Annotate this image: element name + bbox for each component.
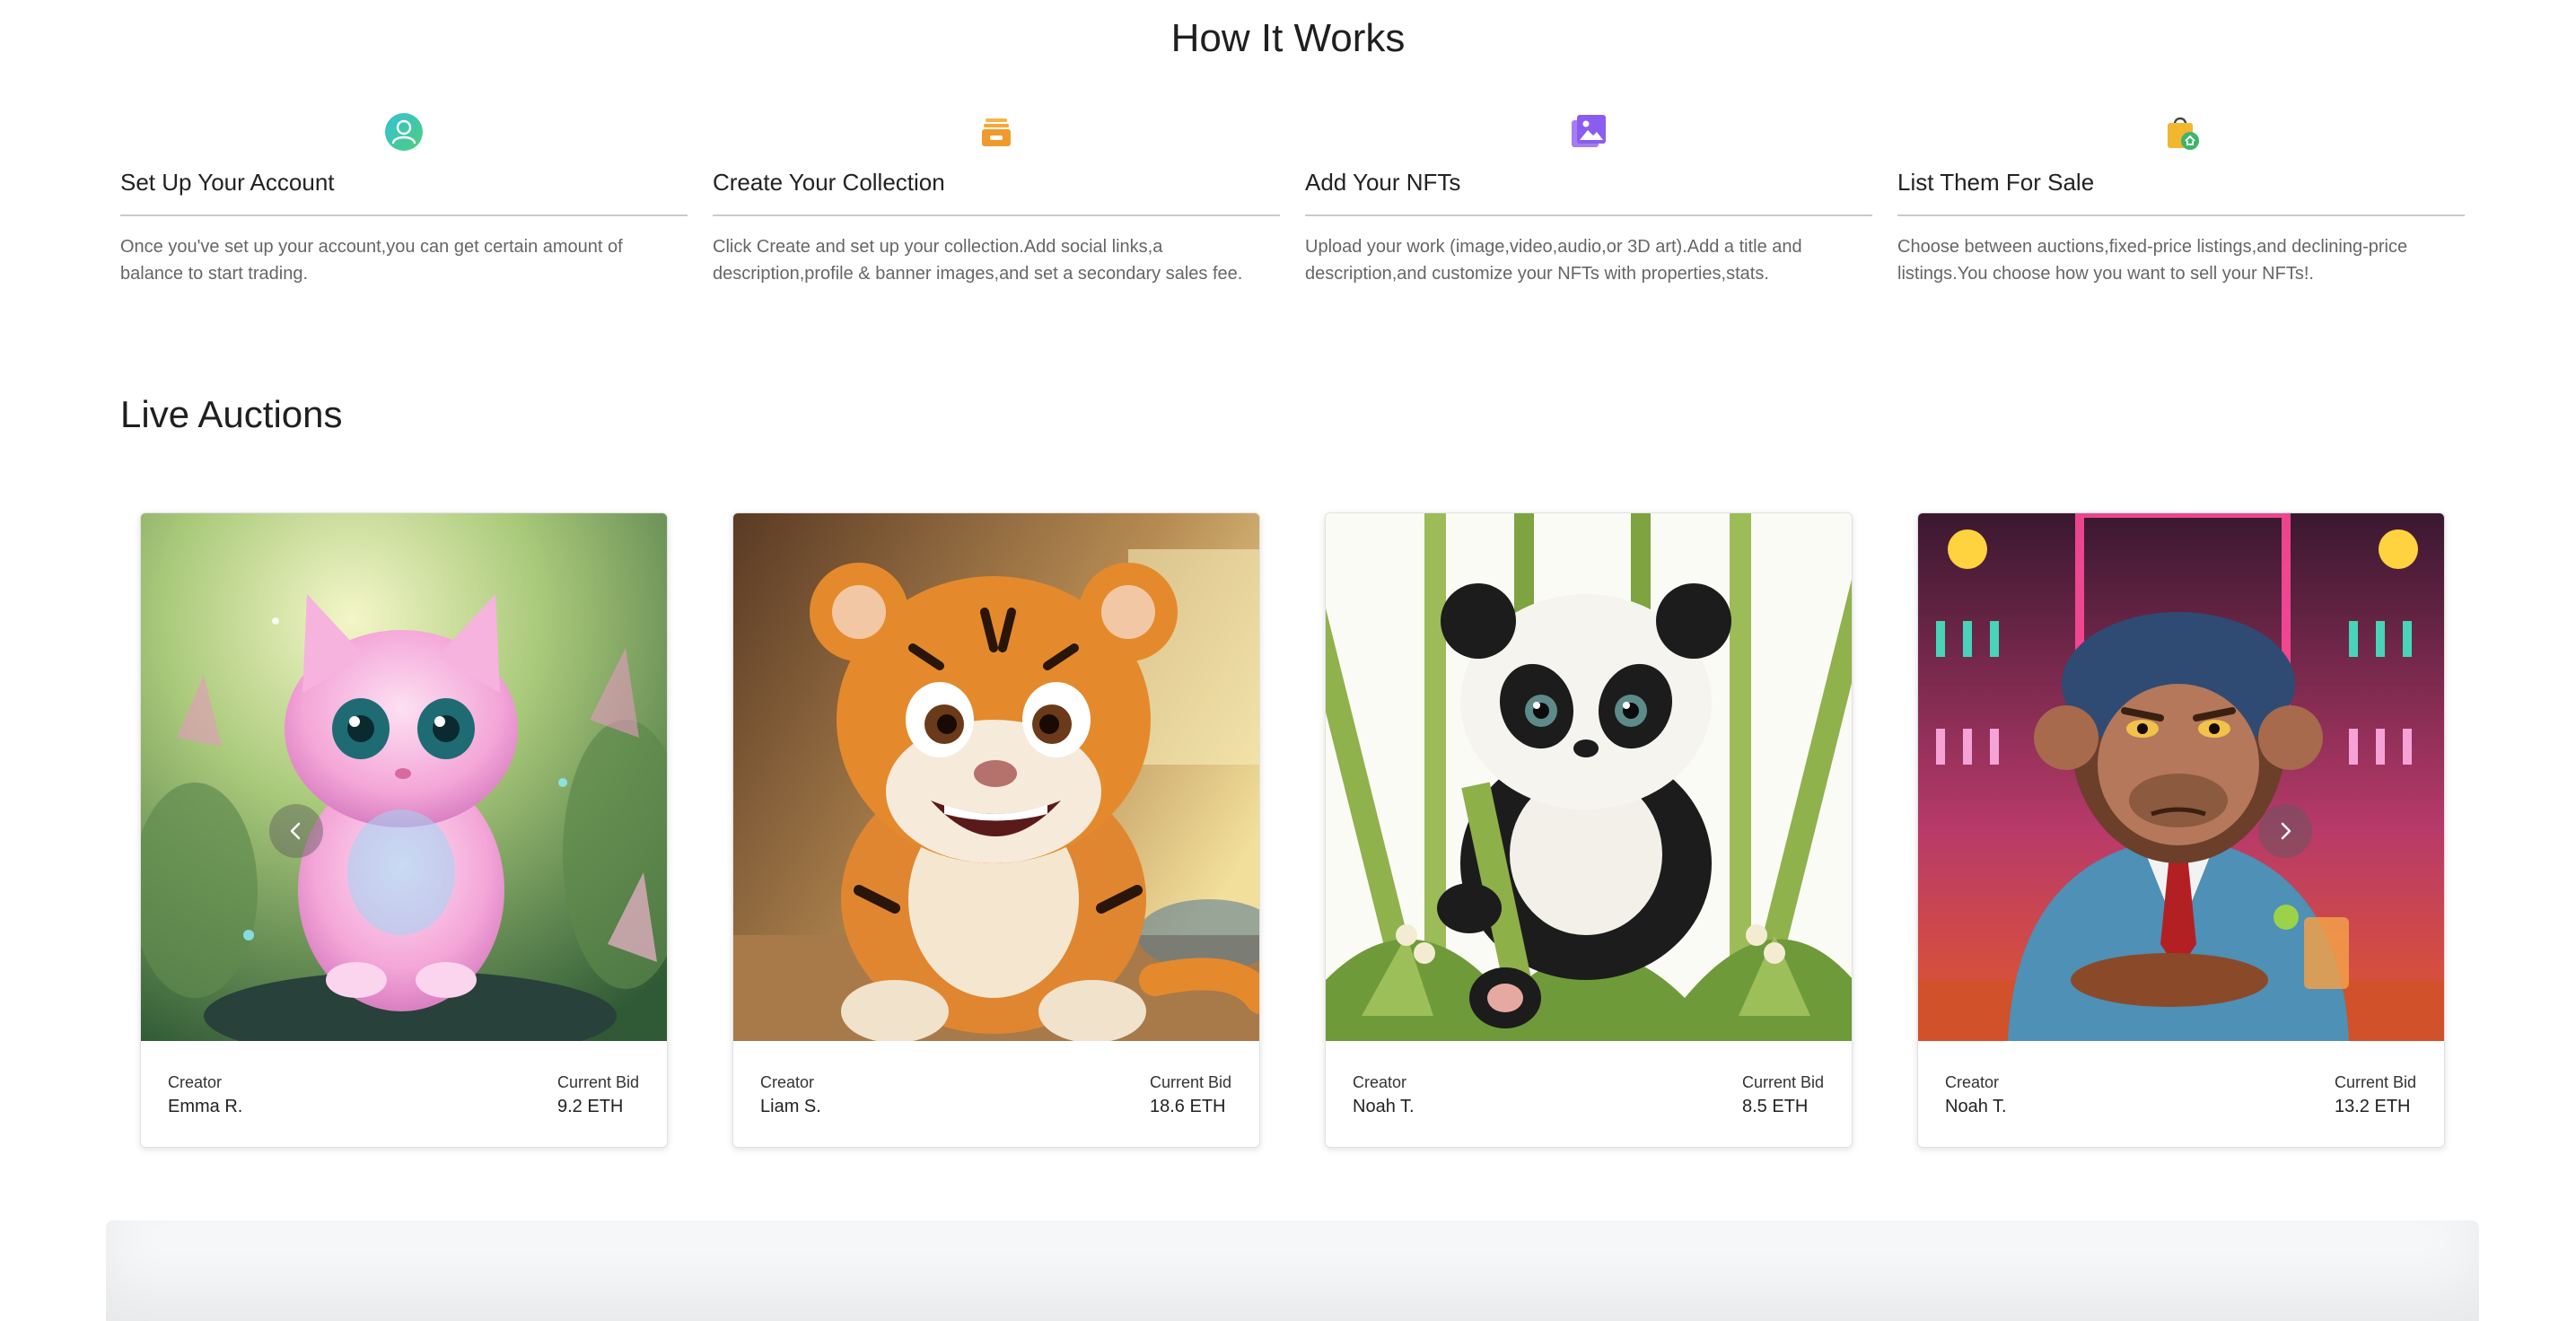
current-bid-value: 13.2 ETH (2335, 1097, 2411, 1116)
nft-image-monkey-bar[interactable] (1918, 513, 2444, 1041)
step-title: Create Your Collection (713, 169, 945, 196)
carousel-prev-button[interactable] (269, 804, 323, 858)
step-title: Set Up Your Account (120, 169, 335, 196)
chevron-left-icon (290, 822, 301, 840)
creator-name[interactable]: Noah T. (1945, 1097, 2007, 1117)
creator-label: Creator (168, 1073, 223, 1091)
shopping-bag-icon (2160, 111, 2202, 153)
current-bid-value: 9.2 ETH (557, 1097, 624, 1116)
creator-label: Creator (1353, 1073, 1407, 1091)
step-description: Once you've set up your account,you can … (120, 237, 623, 284)
next-section-panel (106, 1220, 2479, 1321)
creator-name[interactable]: Noah T. (1353, 1097, 1415, 1117)
step-title: List Them For Sale (1897, 169, 2095, 196)
nft-image-pink-kitten[interactable] (141, 513, 667, 1041)
current-bid-label: Current Bid (1742, 1073, 1825, 1091)
step-description: Choose between auctions,fixed-price list… (1897, 237, 2408, 284)
current-bid-label: Current Bid (1150, 1073, 1232, 1091)
image-gallery-icon (1568, 111, 1609, 153)
auction-card[interactable]: Creator Noah T. Current Bid 8.5 ETH (1325, 512, 1853, 1148)
auction-card[interactable]: Creator Noah T. Current Bid 13.2 ETH (1917, 512, 2445, 1148)
divider (1305, 214, 1872, 216)
carousel-next-button[interactable] (2258, 804, 2312, 858)
chevron-right-icon (2281, 822, 2291, 840)
divider (1897, 214, 2465, 216)
auction-card[interactable]: Creator Liam S. Current Bid 18.6 ETH (732, 512, 1260, 1148)
how-it-works-steps: Set Up Your Account Once you've set up y… (120, 111, 2465, 300)
step-title: Add Your NFTs (1305, 169, 1461, 196)
current-bid-value: 18.6 ETH (1150, 1097, 1226, 1116)
live-auctions-title: Live Auctions (120, 393, 343, 435)
current-bid-value: 8.5 ETH (1742, 1097, 1809, 1116)
creator-name[interactable]: Liam S. (760, 1097, 821, 1117)
creator-name[interactable]: Emma R. (168, 1097, 242, 1117)
step-description: Upload your work (image,video,audio,or 3… (1305, 237, 1802, 284)
nft-image-panda-bamboo[interactable] (1326, 513, 1852, 1041)
step-description: Click Create and set up your collection.… (713, 237, 1243, 284)
nft-image-tiger-cub[interactable] (733, 513, 1259, 1041)
user-icon (383, 111, 425, 153)
how-it-works-title: How It Works (1170, 16, 1406, 60)
current-bid-label: Current Bid (557, 1073, 640, 1091)
current-bid-label: Current Bid (2335, 1073, 2417, 1091)
creator-label: Creator (760, 1073, 815, 1091)
divider (120, 214, 688, 216)
collection-icon (976, 111, 1017, 153)
divider (713, 214, 1280, 216)
creator-label: Creator (1945, 1073, 2000, 1091)
auction-card[interactable]: Creator Emma R. Current Bid 9.2 ETH (140, 512, 668, 1148)
